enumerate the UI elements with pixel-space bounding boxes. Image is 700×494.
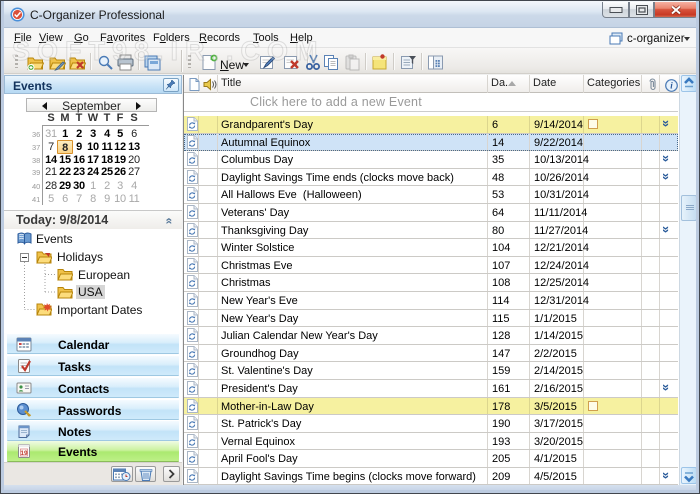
svg-text:19: 19 xyxy=(20,450,28,457)
